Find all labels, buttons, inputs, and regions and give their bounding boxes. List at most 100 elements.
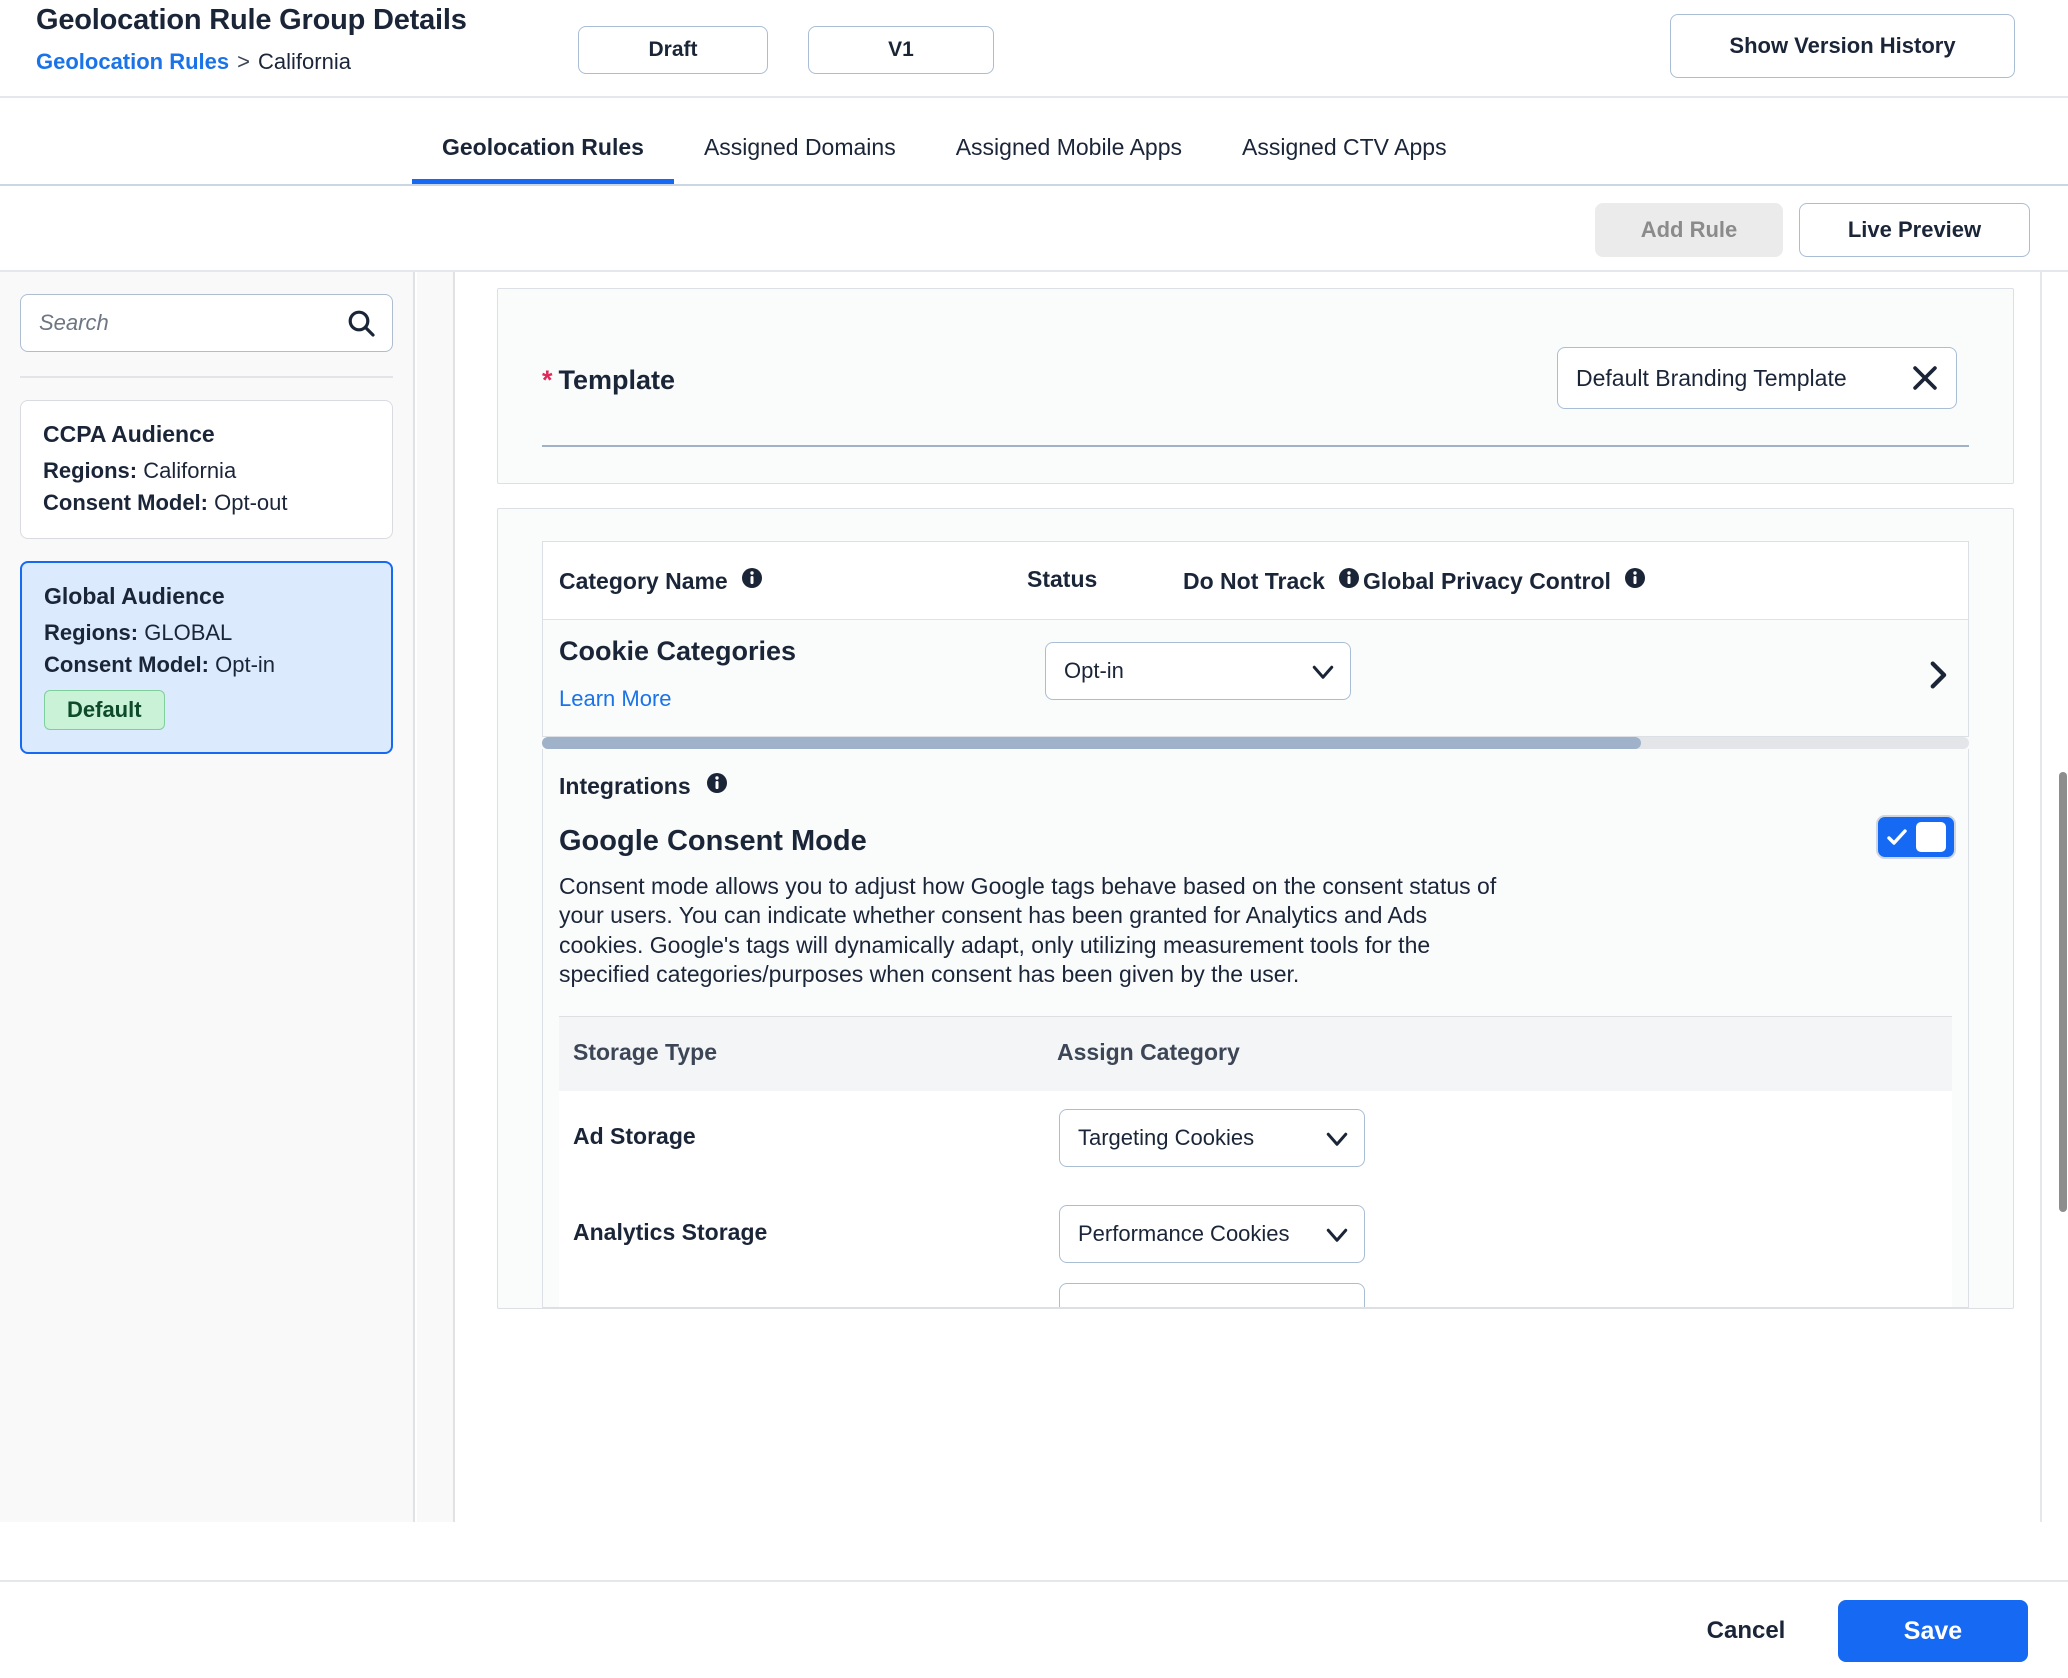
info-icon[interactable] xyxy=(1337,566,1361,596)
audience-card-global[interactable]: Global Audience Regions: GLOBAL Consent … xyxy=(20,561,393,754)
breadcrumb-separator: > xyxy=(237,49,250,74)
template-divider xyxy=(542,445,1969,447)
audience-consent-model: Consent Model: Opt-in xyxy=(44,652,369,678)
tab-assigned-ctv-apps[interactable]: Assigned CTV Apps xyxy=(1212,134,1477,184)
next-storage-category-select[interactable] xyxy=(1059,1283,1365,1307)
categories-table-header: Category Name Status Do Not Track xyxy=(543,542,1968,620)
audience-regions: Regions: California xyxy=(43,458,370,484)
scrollbar-thumb[interactable] xyxy=(542,737,1641,749)
google-consent-mode-title: Google Consent Mode xyxy=(559,825,1952,858)
chevron-down-icon[interactable] xyxy=(1296,656,1350,686)
template-label-text: Template xyxy=(559,365,676,395)
version-badge[interactable]: V1 xyxy=(808,26,994,74)
main-scroll-content: *Template Default Branding Template xyxy=(457,272,2054,1333)
status-badge-default: Default xyxy=(44,690,165,730)
column-header-do-not-track-label: Do Not Track xyxy=(1183,568,1325,595)
audience-consent-value: Opt-out xyxy=(214,490,287,515)
search-input[interactable] xyxy=(20,294,393,352)
page-header: Geolocation Rule Group Details Geolocati… xyxy=(0,0,2068,98)
audience-regions-label: Regions: xyxy=(44,620,138,645)
show-version-history-button[interactable]: Show Version History xyxy=(1670,14,2015,78)
main-panel: *Template Default Branding Template xyxy=(457,272,2054,1522)
storage-table-header: Storage Type Assign Category xyxy=(559,1017,1952,1091)
storage-type-label: Analytics Storage xyxy=(573,1219,767,1246)
analytics-storage-category-value: Performance Cookies xyxy=(1060,1221,1310,1247)
info-icon[interactable] xyxy=(740,566,764,596)
content-area: CCPA Audience Regions: California Consen… xyxy=(0,272,2068,1522)
tab-assigned-mobile-apps[interactable]: Assigned Mobile Apps xyxy=(926,134,1212,184)
audience-regions-label: Regions: xyxy=(43,458,137,483)
search-icon[interactable] xyxy=(345,307,377,344)
column-header-category-name-label: Category Name xyxy=(559,568,728,595)
audience-name: Global Audience xyxy=(44,583,369,610)
column-header-storage-type: Storage Type xyxy=(573,1039,717,1066)
check-icon xyxy=(1878,825,1916,849)
audience-regions: Regions: GLOBAL xyxy=(44,620,369,646)
categories-table: Category Name Status Do Not Track xyxy=(542,541,1969,737)
chevron-down-icon[interactable] xyxy=(1310,1219,1364,1249)
status-badge-draft[interactable]: Draft xyxy=(578,26,768,74)
audience-consent-label: Consent Model: xyxy=(43,490,208,515)
action-bar: Add Rule Live Preview xyxy=(0,186,2068,272)
search-wrap xyxy=(20,294,393,352)
column-header-assign-category: Assign Category xyxy=(1057,1039,1240,1066)
learn-more-link[interactable]: Learn More xyxy=(559,686,672,712)
google-consent-mode-toggle[interactable] xyxy=(1878,817,1954,857)
breadcrumb-current: California xyxy=(258,49,351,74)
live-preview-button[interactable]: Live Preview xyxy=(1799,203,2030,257)
add-rule-button[interactable]: Add Rule xyxy=(1595,203,1783,257)
integrations-section: Integrations Google Consent Mode xyxy=(542,749,1969,1308)
tab-geolocation-rules[interactable]: Geolocation Rules xyxy=(412,134,674,184)
integrations-title-label: Integrations xyxy=(559,773,691,800)
table-row[interactable]: Cookie Categories Learn More Opt-in xyxy=(543,620,1968,736)
sidebar: CCPA Audience Regions: California Consen… xyxy=(0,272,415,1522)
category-name: Cookie Categories xyxy=(559,636,796,667)
categories-horizontal-scrollbar[interactable] xyxy=(542,737,1969,749)
toggle-knob xyxy=(1916,822,1946,852)
integrations-title: Integrations xyxy=(543,771,1968,801)
breadcrumb-link-geolocation-rules[interactable]: Geolocation Rules xyxy=(36,49,229,74)
audience-regions-value: California xyxy=(143,458,236,483)
table-row: Ad Storage Targeting Cookies xyxy=(559,1091,1952,1187)
analytics-storage-category-select[interactable]: Performance Cookies xyxy=(1059,1205,1365,1263)
category-status-value: Opt-in xyxy=(1046,658,1296,684)
info-icon[interactable] xyxy=(1623,566,1647,596)
page-vertical-scrollbar[interactable] xyxy=(2059,772,2067,1212)
audience-consent-label: Consent Model: xyxy=(44,652,209,677)
main-panel-right-edge xyxy=(2040,272,2042,1522)
footer-bar: Cancel Save xyxy=(0,1580,2068,1678)
ad-storage-category-select[interactable]: Targeting Cookies xyxy=(1059,1109,1365,1167)
audience-regions-value: GLOBAL xyxy=(144,620,232,645)
audience-consent-model: Consent Model: Opt-out xyxy=(43,490,370,516)
tab-assigned-domains[interactable]: Assigned Domains xyxy=(674,134,926,184)
tabs-bar: Geolocation Rules Assigned Domains Assig… xyxy=(0,98,2068,186)
column-header-global-privacy-control-label: Global Privacy Control xyxy=(1363,568,1611,595)
expand-row-chevron-right-icon[interactable] xyxy=(1920,658,1954,697)
storage-type-label: Ad Storage xyxy=(573,1123,696,1150)
google-consent-mode-description: Consent mode allows you to adjust how Go… xyxy=(543,858,1533,990)
template-section: *Template Default Branding Template xyxy=(497,288,2014,484)
sidebar-gutter xyxy=(417,272,455,1522)
page-title: Geolocation Rule Group Details xyxy=(36,4,467,37)
breadcrumb: Geolocation Rules > California xyxy=(36,49,467,75)
column-header-global-privacy-control: Global Privacy Control xyxy=(1363,566,1647,596)
template-label: *Template xyxy=(542,365,675,396)
categories-section: Category Name Status Do Not Track xyxy=(497,508,2014,1309)
audience-consent-value: Opt-in xyxy=(215,652,275,677)
save-button[interactable]: Save xyxy=(1838,1600,2028,1662)
close-icon[interactable] xyxy=(1894,361,1956,395)
tabs: Geolocation Rules Assigned Domains Assig… xyxy=(412,134,1477,184)
google-consent-mode-row: Google Consent Mode xyxy=(543,801,1968,858)
column-header-category-name: Category Name xyxy=(559,566,764,596)
sidebar-divider xyxy=(20,376,393,378)
required-marker: * xyxy=(542,365,553,395)
template-selected-chip[interactable]: Default Branding Template xyxy=(1557,347,1957,409)
info-icon[interactable] xyxy=(705,771,729,801)
template-chip-label: Default Branding Template xyxy=(1558,365,1894,392)
chevron-down-icon[interactable] xyxy=(1310,1123,1364,1153)
table-row-partially-visible xyxy=(559,1283,1952,1307)
category-status-select[interactable]: Opt-in xyxy=(1045,642,1351,700)
audience-name: CCPA Audience xyxy=(43,421,370,448)
cancel-button[interactable]: Cancel xyxy=(1686,1604,1806,1658)
audience-card-ccpa[interactable]: CCPA Audience Regions: California Consen… xyxy=(20,400,393,539)
